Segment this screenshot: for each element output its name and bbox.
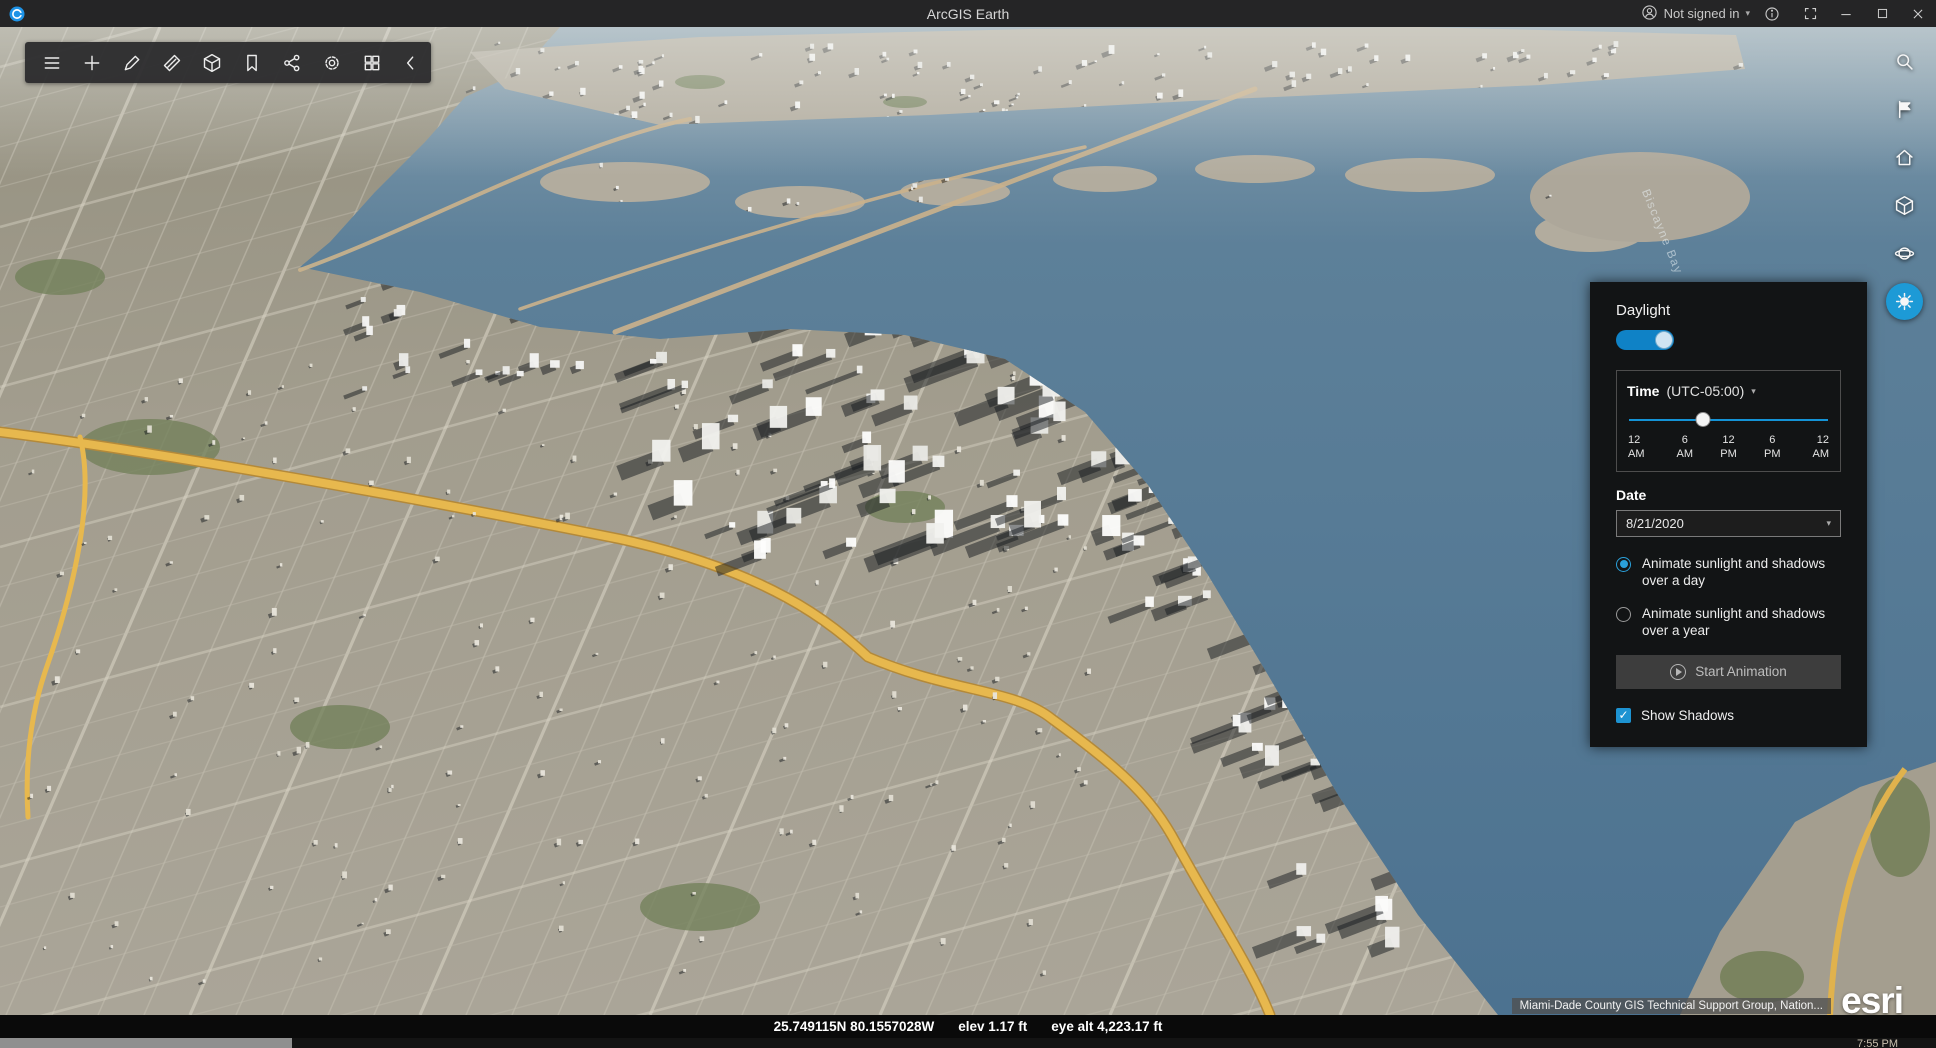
play-icon [1670, 663, 1687, 680]
home-icon [1894, 147, 1915, 168]
time-tick-1: 6 AM [1676, 434, 1694, 460]
date-dropdown[interactable]: 8/21/2020 ▾ [1616, 509, 1841, 537]
daylight-sun-icon [1894, 291, 1915, 312]
taskbar: 7:55 PM [0, 1038, 1936, 1048]
cube-icon [1894, 195, 1915, 216]
daylight-sun-button[interactable] [1885, 283, 1923, 320]
taskbar-window-strip[interactable] [0, 1038, 292, 1048]
share-icon [282, 53, 302, 73]
start-animation-button[interactable]: Start Animation [1616, 654, 1841, 689]
time-group: Time (UTC-05:00) ▾ 12 AM 6 AM 12 PM 6 PM 12 AM [1616, 370, 1841, 472]
time-tick-2: 12 PM [1720, 434, 1737, 460]
coordinates-readout: 25.749115N 80.1557028W [773, 1019, 935, 1034]
animate-day-radio[interactable]: Animate sunlight and shadows over a day [1616, 555, 1841, 590]
settings-gear-button[interactable] [314, 45, 349, 80]
titlebar: ArcGIS Earth Not signed in ▾ [0, 0, 1936, 27]
time-slider[interactable] [1629, 412, 1828, 427]
daylight-title: Daylight [1616, 302, 1671, 319]
date-label: Date [1616, 486, 1647, 503]
draw-button[interactable] [114, 45, 149, 80]
time-label: Time [1627, 383, 1660, 399]
share-button[interactable] [274, 45, 309, 80]
flag-button[interactable] [1886, 91, 1923, 128]
measure-icon [162, 53, 182, 73]
taskbar-clock: 7:55 PM [1857, 1038, 1898, 1048]
sign-in-label: Not signed in [1663, 6, 1740, 21]
bookmark-button[interactable] [234, 45, 269, 80]
radio-unselected-icon [1616, 606, 1631, 622]
eye-altitude-readout: eye alt 4,223.17 ft [1051, 1019, 1163, 1034]
time-slider-thumb[interactable] [1695, 412, 1711, 427]
daylight-panel: Daylight Time (UTC-05:00) ▾ 12 AM 6 AM 12 PM 6… [1590, 282, 1867, 747]
fullscreen-button[interactable] [1792, 0, 1828, 27]
sign-in-menu[interactable]: Not signed in ▾ [1641, 4, 1750, 24]
caret-down-icon: ▾ [1751, 385, 1756, 396]
toggle-knob [1655, 331, 1673, 349]
collapse-chevron-icon [401, 53, 421, 73]
statusbar: 25.749115N 80.1557028W elev 1.17 ft eye … [0, 1015, 1936, 1038]
tool-rail [1881, 43, 1927, 320]
time-tick-0: 12 AM [1628, 434, 1645, 460]
timezone-selector[interactable]: Time (UTC-05:00) ▾ [1627, 383, 1830, 399]
settings-gear-icon [322, 53, 342, 73]
animate-year-radio[interactable]: Animate sunlight and shadows over a year [1616, 605, 1841, 640]
collapse-chevron-button[interactable] [400, 45, 422, 80]
date-value: 8/21/2020 [1626, 515, 1684, 531]
app-logo-icon [8, 5, 26, 23]
table-of-contents-button[interactable] [34, 45, 69, 80]
caret-down-icon: ▾ [1745, 8, 1750, 18]
elevation-readout: elev 1.17 ft [958, 1019, 1028, 1034]
radio-selected-icon [1616, 556, 1631, 572]
map-viewport[interactable]: Biscayne Bay Daylight Time (UTC-05:00) ▾… [0, 27, 1936, 1015]
map-attribution: Miami-Dade County GIS Technical Support … [1511, 998, 1831, 1014]
measure-button[interactable] [154, 45, 189, 80]
timezone-value: (UTC-05:00) [1666, 383, 1745, 399]
table-of-contents-icon [42, 53, 62, 73]
basemap-grid-icon [362, 53, 382, 73]
info-button[interactable] [1764, 6, 1780, 22]
toolbar [25, 42, 431, 83]
time-slider-track [1629, 418, 1828, 421]
time-slider-ticks: 12 AM 6 AM 12 PM 6 PM 12 AM [1627, 434, 1830, 462]
show-shadows-checkbox[interactable]: ✓ Show Shadows [1616, 707, 1841, 723]
add-data-icon [82, 53, 102, 73]
analysis-cube-icon [202, 53, 222, 73]
home-button[interactable] [1886, 139, 1923, 176]
animate-day-label: Animate sunlight and shadows over a day [1642, 555, 1826, 589]
caret-down-icon: ▾ [1826, 517, 1831, 528]
checkbox-checked-icon: ✓ [1616, 707, 1631, 723]
cube-button[interactable] [1886, 187, 1923, 224]
close-button[interactable] [1900, 0, 1936, 27]
globe-icon [1894, 243, 1915, 264]
analysis-cube-button[interactable] [194, 45, 229, 80]
search-icon [1894, 51, 1915, 72]
start-animation-label: Start Animation [1695, 664, 1787, 680]
globe-button[interactable] [1886, 235, 1923, 272]
show-shadows-label: Show Shadows [1641, 707, 1735, 723]
maximize-button[interactable] [1864, 0, 1900, 27]
time-tick-4: 12 AM [1812, 434, 1830, 460]
daylight-toggle[interactable] [1616, 330, 1674, 350]
search-button[interactable] [1886, 43, 1923, 80]
add-data-button[interactable] [74, 45, 109, 80]
arcgis-earth-window: ArcGIS Earth Not signed in ▾ Biscayne Ba… [0, 0, 1936, 1048]
basemap-grid-button[interactable] [354, 45, 389, 80]
draw-icon [122, 53, 142, 73]
time-tick-3: 6 PM [1764, 434, 1781, 460]
user-icon [1641, 4, 1658, 24]
minimize-button[interactable] [1828, 0, 1864, 27]
flag-icon [1894, 99, 1915, 120]
animate-year-label: Animate sunlight and shadows over a year [1642, 605, 1826, 639]
bookmark-icon [242, 53, 262, 73]
